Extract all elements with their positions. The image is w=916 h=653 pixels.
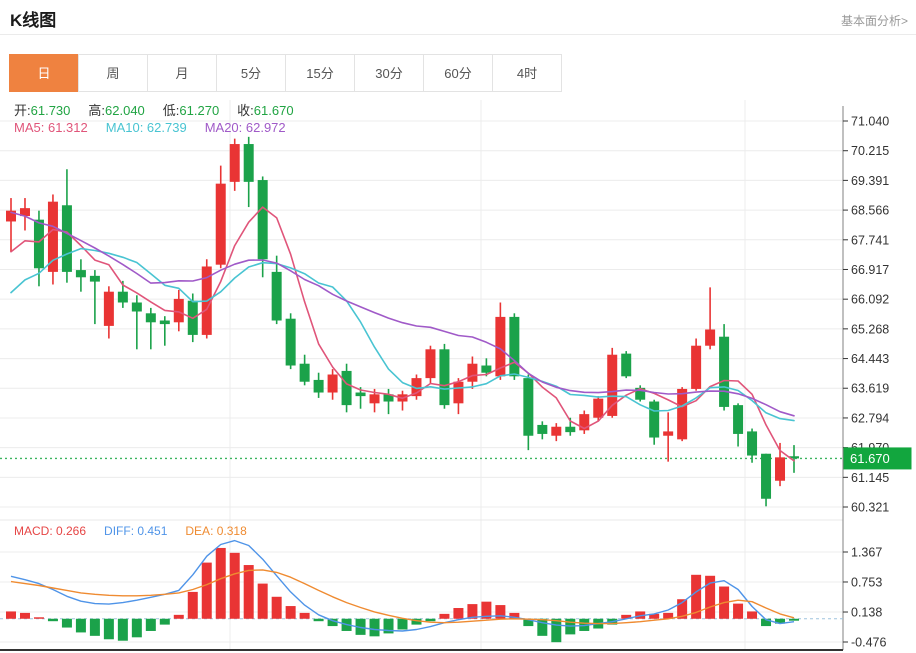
ohlc-close: 收:61.670 [237, 103, 294, 118]
header-divider [0, 34, 916, 35]
ma20-line [10, 211, 795, 417]
ohlc-low: 低:61.270 [162, 103, 220, 118]
macd-readout: MACD: 0.266 DIFF: 0.451 DEA: 0.318 [14, 524, 265, 538]
svg-text:67.741: 67.741 [851, 233, 889, 247]
macd-readout-dea: DEA: 0.318 [185, 524, 247, 538]
svg-text:61.145: 61.145 [851, 471, 889, 485]
tab-month[interactable]: 月 [147, 54, 217, 92]
svg-text:71.040: 71.040 [851, 115, 889, 129]
macd-readout-diff: DIFF: 0.451 [104, 524, 168, 538]
tab-60min[interactable]: 60分 [423, 54, 493, 92]
tab-15min[interactable]: 15分 [285, 54, 355, 92]
tab-4hour[interactable]: 4时 [492, 54, 562, 92]
ma5-line [10, 206, 795, 462]
svg-text:68.566: 68.566 [851, 204, 889, 218]
tab-5min[interactable]: 5分 [216, 54, 286, 92]
svg-text:61.670: 61.670 [850, 451, 890, 466]
svg-text:-0.476: -0.476 [851, 636, 886, 650]
current-price-badge: 61.670 [843, 447, 912, 470]
tab-day[interactable]: 日 [9, 54, 79, 92]
svg-text:69.391: 69.391 [851, 174, 889, 188]
svg-text:0.753: 0.753 [851, 575, 882, 589]
tab-30min[interactable]: 30分 [354, 54, 424, 92]
svg-text:63.619: 63.619 [851, 382, 889, 396]
svg-text:66.092: 66.092 [851, 293, 889, 307]
svg-text:0.138: 0.138 [851, 606, 882, 620]
ohlc-readout: 开:61.730 高:62.040 低:61.270 收:61.670 [14, 100, 312, 119]
ma-readout: MA5: 61.312 MA10: 62.739 MA20: 62.972 [14, 120, 304, 135]
ma-readout-ma10: MA10: 62.739 [105, 120, 187, 135]
price-axis-labels: 71.040 70.215 69.391 68.566 67.741 66.917 66.0… [842, 106, 889, 650]
price-chart-svg[interactable]: 71.040 70.215 69.391 68.566 67.741 66.917 66.0… [0, 0, 916, 653]
fundamental-analysis-link[interactable]: 基本面分析> [841, 12, 908, 29]
price-grid [0, 100, 843, 650]
period-tab-bar: 日周月 5分 15分 30分 60分 4时 [9, 54, 562, 92]
kline-widget: 71.040 70.215 69.391 68.566 67.741 66.917 66.0… [0, 0, 916, 653]
svg-text:60.321: 60.321 [851, 501, 889, 515]
svg-text:70.215: 70.215 [851, 144, 889, 158]
svg-text:1.367: 1.367 [851, 546, 882, 560]
ohlc-high: 高:62.040 [88, 103, 145, 118]
svg-text:62.794: 62.794 [851, 411, 889, 425]
tab-week[interactable]: 周 [78, 54, 148, 92]
page-title: K线图 [10, 11, 57, 30]
svg-text:66.917: 66.917 [851, 263, 889, 277]
ma-readout-ma5: MA5: 61.312 [14, 120, 88, 135]
ma-readout-ma20: MA20: 62.972 [204, 120, 286, 135]
dea-line [10, 569, 795, 625]
candles-group [6, 136, 799, 507]
macd-readout-macd: MACD: 0.266 [14, 524, 87, 538]
svg-text:64.443: 64.443 [851, 352, 889, 366]
macd-bars-group [6, 547, 799, 643]
ohlc-open: 开:61.730 [14, 103, 71, 118]
svg-text:65.268: 65.268 [851, 322, 889, 336]
